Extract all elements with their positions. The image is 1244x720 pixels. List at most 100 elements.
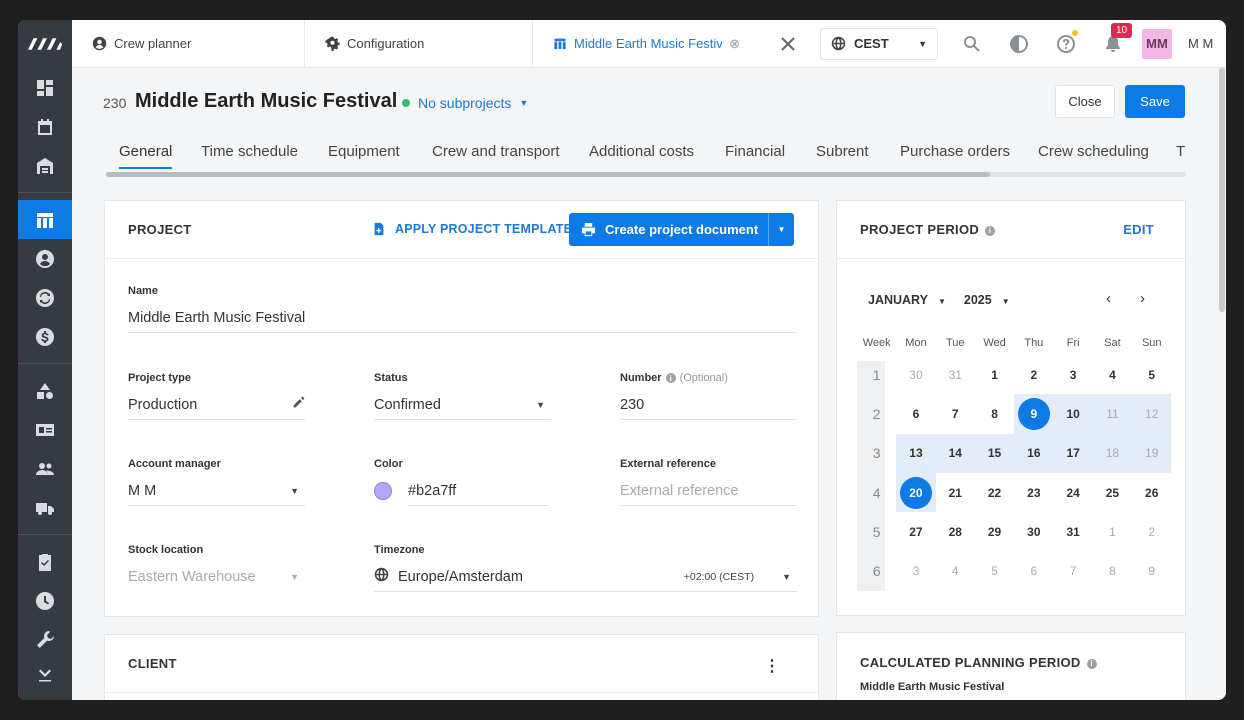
edit-period-button[interactable]: EDIT — [1123, 222, 1154, 237]
calendar-day[interactable]: 2 — [1132, 512, 1171, 551]
next-month-button[interactable]: › — [1140, 290, 1145, 307]
calendar-day[interactable]: 25 — [1093, 473, 1132, 512]
sidebar-item-transport[interactable] — [18, 488, 72, 527]
tab-equipment[interactable]: Equipment — [328, 143, 400, 160]
avatar[interactable]: MM — [1142, 28, 1172, 59]
sidebar-item-crew[interactable] — [18, 410, 72, 449]
sidebar-item-sync[interactable] — [18, 278, 72, 317]
sidebar-item-calendar[interactable] — [18, 107, 72, 146]
sidebar-item-inventory[interactable] — [18, 371, 72, 410]
tab-crew-scheduling[interactable]: Crew scheduling — [1038, 143, 1149, 160]
create-document-button[interactable]: Create project document — [569, 213, 768, 246]
tab-financial[interactable]: Financial — [725, 143, 785, 160]
app-logo[interactable] — [18, 20, 72, 68]
calendar-day[interactable]: 31 — [936, 355, 975, 394]
calendar-day[interactable]: 31 — [1053, 512, 1092, 551]
sidebar-item-time[interactable] — [18, 581, 72, 620]
help-button[interactable] — [1042, 20, 1089, 68]
close-all-tabs-button[interactable] — [760, 20, 816, 68]
calendar-day[interactable]: 13 — [896, 433, 936, 473]
calendar-day[interactable]: 15 — [974, 433, 1015, 473]
tab-purchase-orders[interactable]: Purchase orders — [900, 143, 1010, 160]
color-swatch[interactable] — [374, 482, 392, 500]
calendar-day[interactable]: 3 — [1053, 355, 1092, 394]
sidebar-item-settings[interactable] — [18, 620, 72, 659]
calendar-day[interactable]: 16 — [1014, 433, 1054, 473]
timezone-project-select[interactable]: Europe/Amsterdam +02:00 (CEST) ▼ — [374, 562, 797, 592]
calendar-day[interactable]: 17 — [1053, 433, 1093, 473]
account-manager-select[interactable]: M M ▼ — [128, 476, 305, 506]
status-select[interactable]: Confirmed ▼ — [374, 390, 551, 420]
tab-project[interactable]: Middle Earth Music Festival ⊗ — [533, 20, 760, 68]
calendar-day[interactable]: 30 — [1014, 512, 1053, 551]
sidebar-item-projects[interactable] — [18, 200, 72, 239]
info-icon[interactable]: i — [665, 373, 676, 383]
year-select[interactable]: 2025 ▼ — [964, 293, 1010, 307]
calendar-day[interactable]: 6 — [896, 394, 935, 433]
calendar-day[interactable]: 3 — [896, 551, 935, 590]
sidebar-item-tasks[interactable] — [18, 542, 72, 581]
calendar-day[interactable]: 28 — [936, 512, 975, 551]
sidebar-item-warehouse[interactable] — [18, 146, 72, 185]
calendar-day[interactable]: 1 — [1093, 512, 1132, 551]
calendar-day[interactable]: 22 — [975, 473, 1014, 512]
tab-additional-costs[interactable]: Additional costs — [589, 143, 694, 160]
calendar-day[interactable]: 9 — [1132, 551, 1171, 590]
calendar-day[interactable]: 5 — [1132, 355, 1171, 394]
sidebar-expand[interactable] — [18, 659, 72, 689]
tab-crew-planner[interactable]: Crew planner — [72, 20, 305, 68]
stock-location-select[interactable]: Eastern Warehouse ▼ — [128, 562, 305, 592]
calendar-day[interactable]: 23 — [1014, 473, 1053, 512]
info-icon[interactable]: i — [985, 225, 996, 236]
calendar-day[interactable]: 8 — [975, 394, 1014, 433]
calendar-day[interactable]: 29 — [975, 512, 1014, 551]
calendar-day[interactable]: 27 — [896, 512, 935, 551]
sidebar-item-dashboard[interactable] — [18, 68, 72, 107]
calendar-day[interactable]: 5 — [975, 551, 1014, 590]
calendar-day[interactable]: 19 — [1132, 433, 1172, 473]
calendar-day[interactable]: 7 — [1053, 551, 1092, 590]
tabs-scrollbar-thumb[interactable] — [106, 172, 990, 177]
number-input[interactable]: 230 — [620, 390, 797, 420]
apply-template-button[interactable]: APPLY PROJECT TEMPLATE — [372, 222, 572, 236]
calendar-day[interactable]: 1 — [975, 355, 1014, 394]
user-name[interactable]: M M — [1188, 36, 1213, 51]
more-vertical-icon[interactable]: ⋮ — [764, 656, 780, 676]
tab-configuration[interactable]: Configuration — [305, 20, 533, 68]
calendar-day[interactable]: 11 — [1092, 394, 1133, 434]
create-document-dropdown[interactable]: ▼ — [768, 213, 794, 246]
calendar-day[interactable]: 4 — [936, 551, 975, 590]
sidebar-item-contacts[interactable] — [18, 239, 72, 278]
calendar-day[interactable]: 26 — [1132, 473, 1171, 512]
calendar-day[interactable]: 8 — [1093, 551, 1132, 590]
page-scrollbar-thumb[interactable] — [1219, 68, 1225, 312]
sidebar-item-finance[interactable] — [18, 317, 72, 356]
tabs-scrollbar[interactable] — [106, 172, 1186, 177]
tab-more[interactable]: T — [1176, 143, 1185, 160]
month-select[interactable]: JANUARY ▼ — [868, 293, 946, 307]
color-input[interactable]: #b2a7ff — [374, 476, 549, 506]
prev-month-button[interactable]: ‹ — [1106, 290, 1111, 307]
page-scrollbar[interactable] — [1218, 68, 1226, 700]
tab-time-schedule[interactable]: Time schedule — [201, 143, 298, 160]
sidebar-item-users[interactable] — [18, 449, 72, 488]
tab-general[interactable]: General — [119, 143, 173, 169]
calendar-day[interactable]: 9 — [1014, 394, 1054, 434]
calendar-day[interactable]: 18 — [1092, 433, 1133, 473]
name-input[interactable]: Middle Earth Music Festival — [128, 303, 797, 333]
external-reference-input[interactable]: External reference — [620, 476, 797, 506]
calendar-day[interactable]: 4 — [1093, 355, 1132, 394]
calendar-day[interactable]: 12 — [1132, 394, 1172, 434]
calendar-day[interactable]: 10 — [1053, 394, 1093, 434]
timezone-select[interactable]: CEST ▼ — [820, 27, 938, 60]
calendar-day[interactable]: 21 — [936, 473, 975, 512]
save-button[interactable]: Save — [1125, 85, 1185, 118]
calendar-day[interactable]: 20 — [896, 472, 936, 513]
tab-subrent[interactable]: Subrent — [816, 143, 869, 160]
theme-toggle-button[interactable] — [995, 20, 1042, 68]
notifications-button[interactable]: 10 — [1089, 20, 1136, 68]
search-button[interactable] — [948, 20, 995, 68]
close-button[interactable]: Close — [1055, 85, 1115, 118]
calendar-day[interactable]: 6 — [1014, 551, 1053, 590]
subprojects-dropdown[interactable]: No subprojects ▼ — [402, 95, 528, 111]
